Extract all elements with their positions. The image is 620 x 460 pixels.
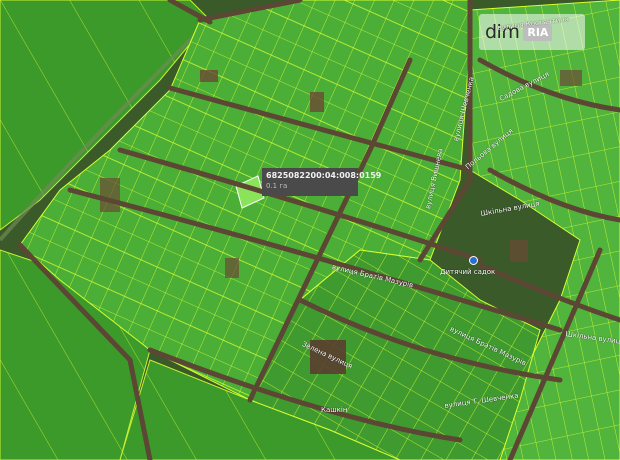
map-canvas bbox=[0, 0, 620, 460]
poi-label: Дитячий садок bbox=[440, 268, 496, 276]
poi-marker-icon[interactable] bbox=[469, 256, 478, 265]
parcel-tooltip: 6825082200:04:008:0159 0.1 га bbox=[262, 168, 382, 196]
cadastral-map[interactable]: dim RIA 6825082200:04:008:0159 0.1 га ву… bbox=[0, 0, 620, 460]
parcel-area: 0.1 га bbox=[266, 182, 288, 190]
cadastral-number: 6825082200:04:008:0159 bbox=[266, 171, 382, 180]
place-label: Кашкін bbox=[321, 406, 348, 414]
